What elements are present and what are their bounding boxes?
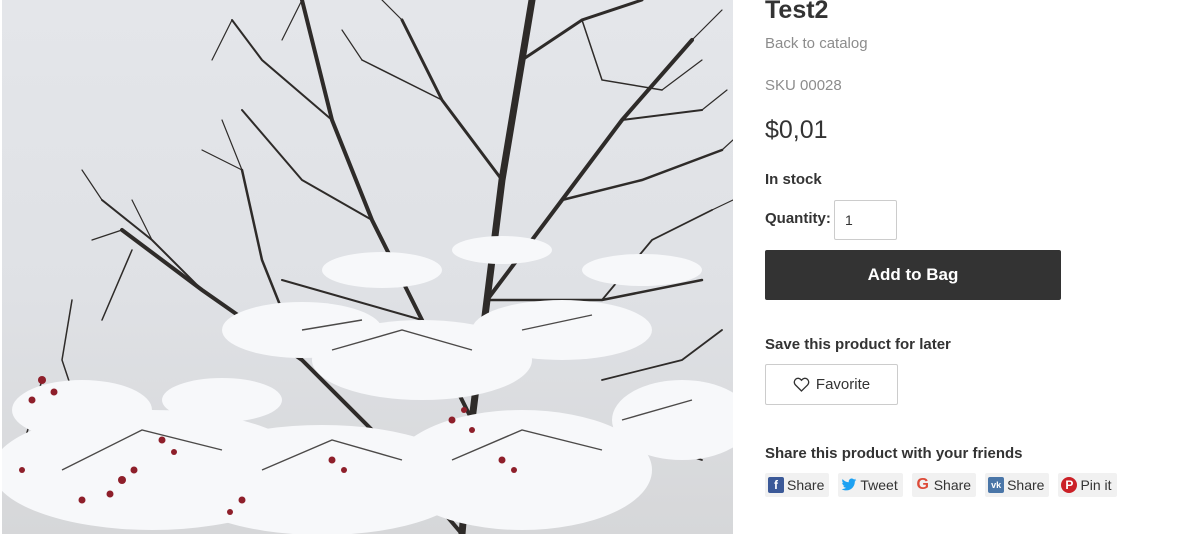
share-vk-button[interactable]: vk Share: [985, 473, 1050, 497]
favorite-button-label: Favorite: [815, 376, 871, 393]
quantity-label: Quantity:: [765, 210, 831, 227]
heart-outline-icon: [793, 377, 810, 392]
favorite-button[interactable]: Favorite: [765, 364, 898, 405]
share-facebook-label: Share: [787, 477, 825, 493]
product-price: $0,01: [765, 116, 828, 144]
share-pinterest-button[interactable]: P Pin it: [1058, 473, 1117, 497]
share-facebook-button[interactable]: f Share: [765, 473, 830, 497]
share-twitter-label: Tweet: [860, 477, 898, 493]
twitter-icon: [841, 477, 857, 493]
google-icon: G: [916, 476, 929, 493]
vk-icon: vk: [988, 477, 1005, 493]
product-image[interactable]: [2, 0, 733, 534]
product-title: Test2: [765, 0, 829, 24]
facebook-icon: f: [768, 477, 784, 493]
share-vk-label: Share: [1007, 477, 1045, 493]
product-photo-snowy-tree: [2, 0, 733, 534]
share-buttons: f Share Tweet G Share vk Share P Pin it: [765, 473, 1117, 497]
back-to-catalog-link[interactable]: Back to catalog: [765, 35, 868, 52]
add-to-bag-button[interactable]: Add to Bag: [765, 250, 1061, 300]
product-sku: SKU 00028: [765, 77, 842, 94]
quantity-input[interactable]: [834, 200, 897, 240]
stock-status: In stock: [765, 171, 822, 188]
share-google-button[interactable]: G Share: [911, 473, 977, 497]
share-pinterest-label: Pin it: [1080, 477, 1112, 493]
share-twitter-button[interactable]: Tweet: [838, 473, 903, 497]
save-for-later-label: Save this product for later: [765, 336, 951, 353]
share-google-label: Share: [933, 477, 972, 493]
share-section-label: Share this product with your friends: [765, 445, 1023, 462]
pinterest-icon: P: [1061, 477, 1078, 493]
